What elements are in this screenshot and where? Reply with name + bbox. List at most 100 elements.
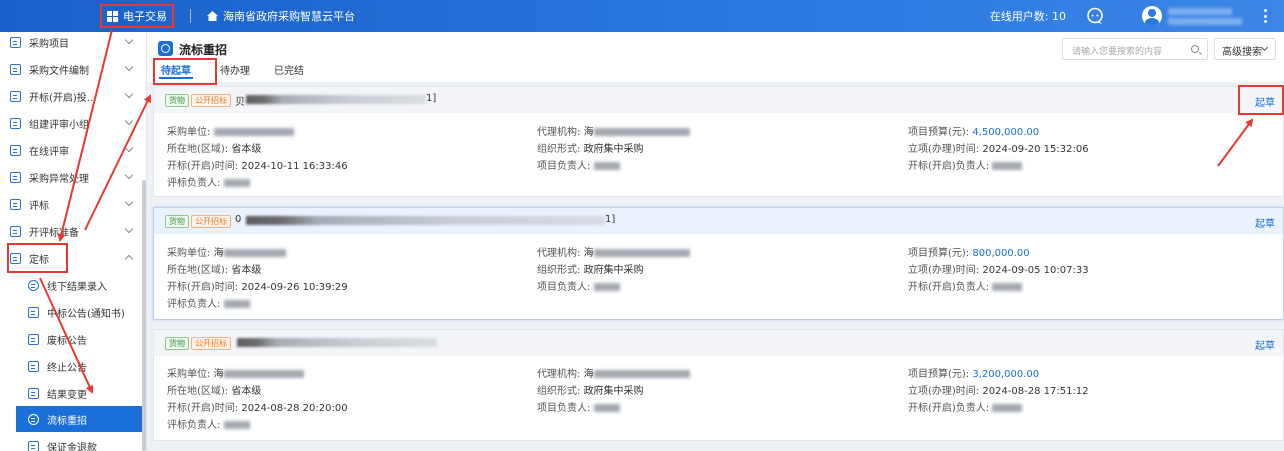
chevron-up-icon (124, 254, 134, 264)
card-header: 货物 公开招标 贝 1] 起草 (154, 87, 1283, 113)
card-title-suffix: 1] (605, 214, 616, 225)
sidebar-item-evaluation[interactable]: 评标 (0, 191, 142, 217)
tab-pending-process[interactable]: 待办理 (220, 62, 250, 77)
open-owner-field: 开标(开启)负责人: (908, 278, 1023, 293)
search-icon[interactable] (1191, 45, 1199, 53)
agency-field: 代理机构: 海 (537, 123, 690, 138)
eval-owner-field: 评标负责人: (167, 416, 250, 431)
sidebar-item-prep[interactable]: 开评标准备 (0, 218, 142, 244)
sidebar-subitem-terminate-notice[interactable]: 终止公告 (0, 353, 142, 379)
play-circle-icon (28, 413, 39, 425)
grid-icon (107, 10, 118, 22)
sidebar-subitem-award-notice[interactable]: 中标公告(通知书) (0, 299, 142, 325)
sidebar-subitem-offline-result[interactable]: 线下结果录入 (0, 272, 142, 298)
sidebar-item-doc-compile[interactable]: 采购文件编制 (0, 56, 142, 82)
setup-time-field: 立项(办理)时间: 2024-09-05 10:07:33 (908, 265, 1089, 276)
card-header: 货物 公开招标 0 1] 起草 (154, 208, 1283, 234)
document-icon (28, 387, 39, 399)
purchaser-field: 采购单位: 海 (167, 244, 286, 259)
agency-field: 代理机构: 海 (537, 365, 690, 380)
page-header: 流标重招 请输入您要搜索的内容 高级搜索 待起草 待办理 已完结 (147, 32, 1284, 82)
card-title-redacted (246, 95, 426, 104)
online-users: 在线用户数: 10 (989, 10, 1066, 23)
sidebar-subitem-void-notice[interactable]: 废标公告 (0, 326, 142, 352)
sidebar-scrollbar[interactable] (142, 180, 146, 451)
divider (190, 9, 191, 23)
sidebar-item-procurement-project[interactable]: 采购项目 (0, 29, 142, 55)
eval-owner-field: 评标负责人: (167, 295, 250, 310)
chevron-down-icon (124, 170, 134, 180)
sidebar-item-award[interactable]: 定标 (0, 245, 142, 271)
tab-completed[interactable]: 已完结 (274, 62, 304, 77)
top-bar: 电子交易 海南省政府采购智慧云平台 在线用户数: 10 (0, 0, 1284, 32)
notice-icon (28, 306, 39, 318)
sidebar-subitem-result-change[interactable]: 结果变更 (0, 380, 142, 406)
setup-time-field: 立项(办理)时间: 2024-08-28 17:51:12 (908, 386, 1089, 397)
platform-link[interactable]: 海南省政府采购智慧云平台 (207, 8, 355, 24)
card-title-redacted (246, 216, 605, 225)
circle-icon (28, 279, 39, 291)
eval-owner-field: 评标负责人: (167, 174, 250, 189)
document-icon (10, 117, 21, 129)
project-card: 货物 公开招标 0 1] 起草 采购单位: 海 所在地(区域): 省本级 开标(… (153, 207, 1284, 320)
search-input[interactable]: 请输入您要搜索的内容 (1062, 38, 1208, 60)
sidebar-item-exception[interactable]: 采购异常处理 (0, 164, 142, 190)
cart-icon (10, 63, 21, 75)
more-menu-icon[interactable] (1264, 9, 1268, 23)
image-icon (10, 252, 21, 264)
project-owner-field: 项目负责人: (537, 157, 620, 172)
sidebar-item-bid-opening[interactable]: 开标(开启)投... (0, 83, 142, 109)
chevron-down-icon (124, 35, 134, 45)
tag-goods: 货物 (165, 94, 189, 107)
region-field: 所在地(区域): 省本级 (167, 144, 262, 155)
user-info[interactable] (1166, 5, 1246, 27)
draft-button[interactable]: 起草 (1255, 215, 1275, 230)
chevron-down-icon (124, 224, 134, 234)
open-owner-field: 开标(开启)负责人: (908, 157, 1023, 172)
chevron-down-icon (124, 89, 134, 99)
tag-goods: 货物 (165, 337, 189, 350)
advanced-search-button[interactable]: 高级搜索 (1214, 38, 1276, 60)
chat-icon[interactable] (1086, 7, 1104, 25)
card-title-prefix: 贝 (235, 97, 245, 108)
draft-button[interactable]: 起草 (1255, 94, 1275, 109)
gavel-icon (10, 90, 21, 102)
chevron-down-icon (124, 116, 134, 126)
play-circle-icon (158, 41, 173, 56)
tag-public-bid: 公开招标 (191, 215, 231, 228)
open-time-field: 开标(开启)时间: 2024-10-11 16:33:46 (167, 161, 348, 172)
project-owner-field: 项目负责人: (537, 399, 620, 414)
app-label: 电子交易 (123, 10, 167, 23)
purchaser-field: 采购单位: (167, 123, 294, 138)
open-time-field: 开标(开启)时间: 2024-09-26 10:39:29 (167, 282, 348, 293)
document-icon (10, 144, 21, 156)
tab-pending-draft[interactable]: 待起草 (161, 62, 191, 77)
tag-goods: 货物 (165, 215, 189, 228)
sidebar-item-build-panel[interactable]: 组建评审小组 (0, 110, 142, 136)
card-header: 货物 公开招标 起草 (154, 330, 1283, 356)
chevron-down-icon (124, 62, 134, 72)
sidebar-item-online-review[interactable]: 在线评审 (0, 137, 142, 163)
card-title-suffix: 1] (426, 93, 437, 104)
document-icon (10, 198, 21, 210)
avatar[interactable] (1142, 6, 1162, 26)
main-content: 流标重招 请输入您要搜索的内容 高级搜索 待起草 待办理 已完结 货物 公开招标… (147, 32, 1284, 451)
project-card: 货物 公开招标 贝 1] 起草 采购单位: 所在地(区域): 省本级 开标(开启… (153, 86, 1284, 197)
cart-icon (10, 36, 21, 48)
draft-button[interactable]: 起草 (1255, 337, 1275, 352)
open-owner-field: 开标(开启)负责人: (908, 399, 1023, 414)
notice-icon (28, 333, 39, 345)
region-field: 所在地(区域): 省本级 (167, 265, 262, 276)
active-tab-indicator (159, 77, 193, 79)
chevron-down-icon (124, 143, 134, 153)
budget-field: 项目预算(元): 800,000.00 (908, 248, 1030, 259)
document-icon (28, 440, 39, 451)
chevron-down-icon (1260, 43, 1269, 52)
sidebar-subitem-deposit-refund[interactable]: 保证金退款 (0, 433, 142, 451)
page-title: 流标重招 (179, 43, 228, 57)
org-form-field: 组织形式: 政府集中采购 (537, 386, 644, 397)
sidebar-subitem-failed-rebid[interactable]: 流标重招 (16, 406, 142, 432)
document-icon (10, 225, 21, 237)
open-time-field: 开标(开启)时间: 2024-08-28 20:20:00 (167, 403, 348, 414)
electronic-trading-menu[interactable]: 电子交易 (100, 4, 174, 28)
